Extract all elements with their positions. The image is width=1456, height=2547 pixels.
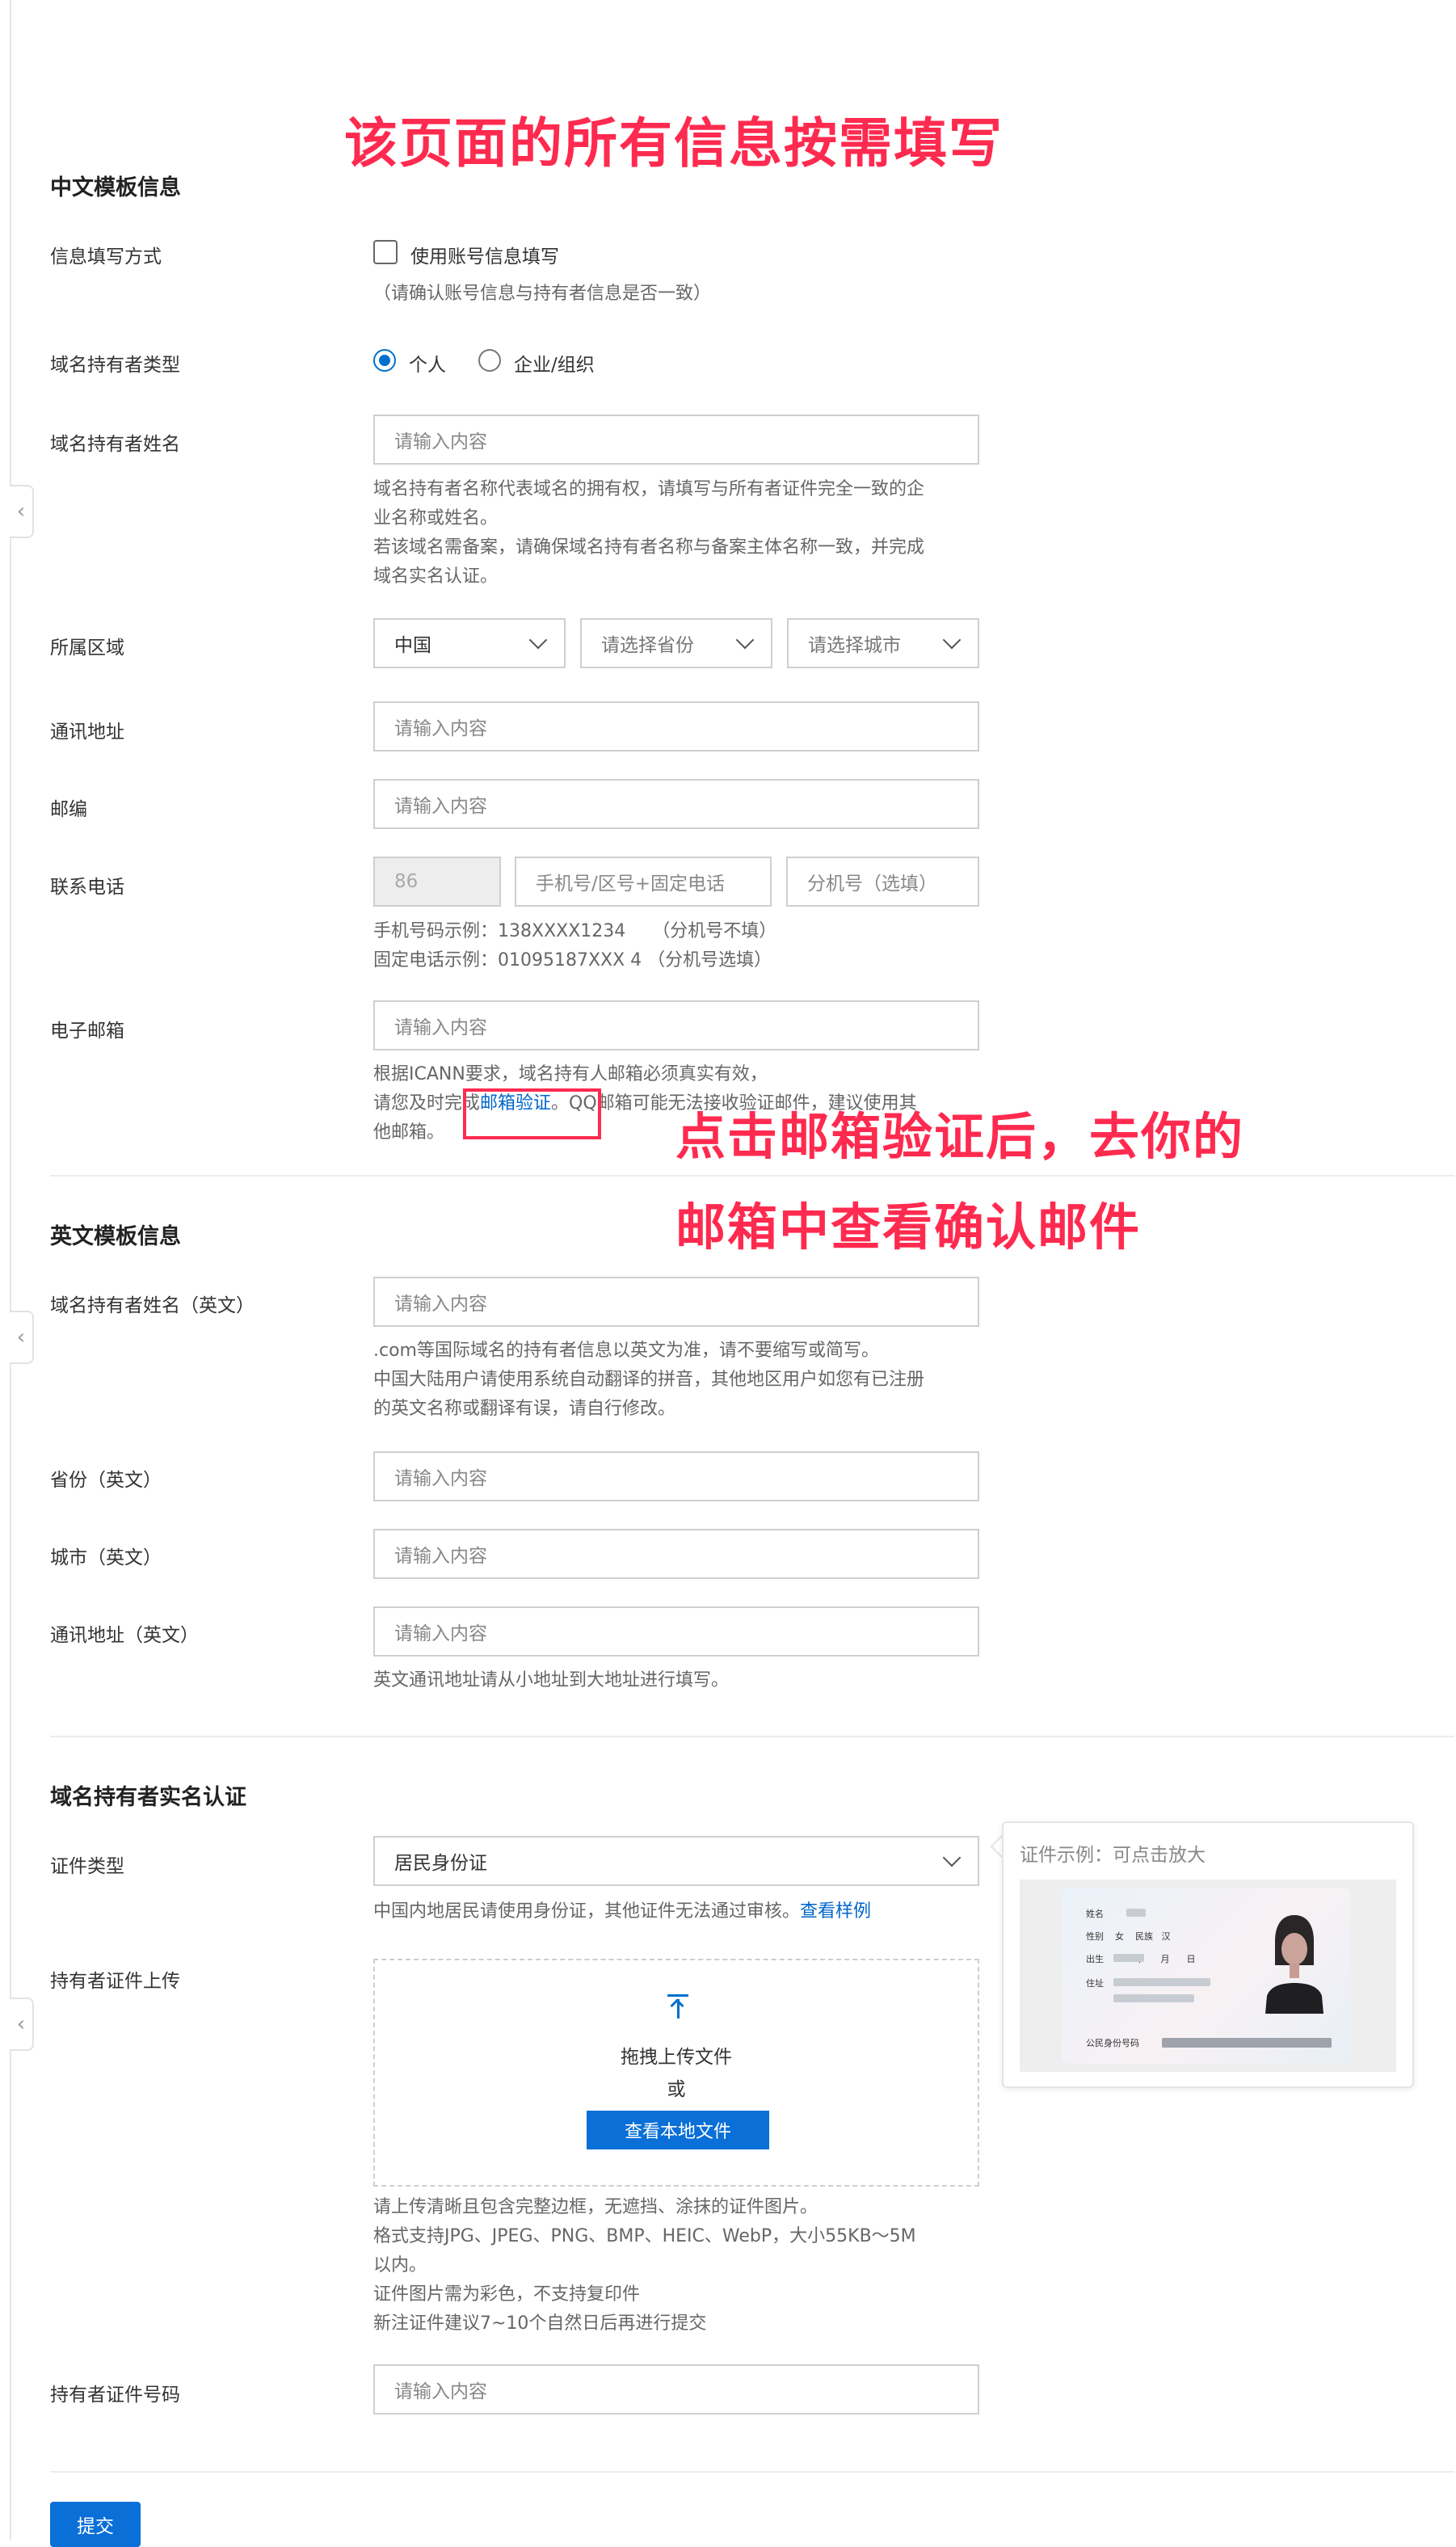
section-divider xyxy=(50,1736,1454,1737)
holder-name-help: 域名持有者名称代表域名的拥有权，请填写与所有者证件完全一致的企 业名称或姓名。 … xyxy=(373,479,925,587)
section-title-english: 英文模板信息 xyxy=(50,1224,181,1249)
id-sample-caption: 证件示例：可点击放大 xyxy=(1020,1845,1206,1866)
section-divider xyxy=(50,2471,1454,2473)
city-en-input[interactable]: 请输入内容 xyxy=(373,1529,979,1579)
upload-or-text: 或 xyxy=(667,2079,686,2100)
id-sample-image[interactable]: 姓名 性别 女 民族 汉 出生 年 月 日 住址 公民身份号码 xyxy=(1020,1880,1396,2072)
id-upload-dropzone[interactable]: 拖拽上传文件 或 查看本地文件 xyxy=(373,1959,979,2187)
section-divider xyxy=(50,1175,1454,1177)
upload-help: 请上传清晰且包含完整边框，无遮挡、涂抹的证件图片。 格式支持JPG、JPEG、P… xyxy=(373,2197,916,2334)
holder-type-radio-organization[interactable] xyxy=(478,349,501,372)
holder-type-option-organization: 企业/组织 xyxy=(514,355,595,376)
collapse-panel-tab[interactable]: ‹ xyxy=(10,1998,34,2051)
id-type-select[interactable]: 居民身份证 xyxy=(373,1836,979,1886)
city-select[interactable]: 请选择城市 xyxy=(787,618,979,668)
id-type-label: 证件类型 xyxy=(50,1856,124,1877)
holder-name-en-help: .com等国际域名的持有者信息以英文为准，请不要缩写或简写。 中国大陆用户请使用… xyxy=(373,1341,925,1419)
view-sample-link[interactable]: 查看样例 xyxy=(800,1901,871,1922)
chevron-left-icon: ‹ xyxy=(16,499,26,524)
postcode-input[interactable]: 请输入内容 xyxy=(373,779,979,829)
address-en-label: 通讯地址（英文） xyxy=(50,1625,199,1646)
country-select[interactable]: 中国 xyxy=(373,618,566,668)
holder-name-label: 域名持有者姓名 xyxy=(50,434,180,455)
upload-drag-text: 拖拽上传文件 xyxy=(621,2047,732,2068)
holder-name-en-input[interactable]: 请输入内容 xyxy=(373,1277,979,1327)
address-input[interactable]: 请输入内容 xyxy=(373,701,979,751)
use-account-info-checkbox[interactable] xyxy=(373,240,398,264)
address-en-input[interactable]: 请输入内容 xyxy=(373,1606,979,1657)
email-input[interactable]: 请输入内容 xyxy=(373,1000,979,1050)
fill-method-label: 信息填写方式 xyxy=(50,246,162,267)
country-code-input: 86 xyxy=(373,857,501,907)
id-sample-card[interactable]: 证件示例：可点击放大 姓名 性别 女 民族 汉 出生 年 月 日 住址 公民身份… xyxy=(1002,1821,1414,2088)
id-portrait-icon xyxy=(1265,1915,1323,2014)
chevron-down-icon xyxy=(735,630,755,650)
section-title-chinese: 中文模板信息 xyxy=(50,175,181,200)
id-card-illustration: 姓名 性别 女 民族 汉 出生 年 月 日 住址 公民身份号码 xyxy=(1062,1888,1351,2064)
section-title-verification: 域名持有者实名认证 xyxy=(50,1785,246,1810)
browse-local-files-button[interactable]: 查看本地文件 xyxy=(587,2111,769,2149)
holder-name-en-label: 域名持有者姓名（英文） xyxy=(50,1295,255,1316)
holder-name-input[interactable]: 请输入内容 xyxy=(373,415,979,465)
fill-method-hint: （请确认账号信息与持有者信息是否一致） xyxy=(373,284,712,304)
id-type-help: 中国内地居民请使用身份证，其他证件无法通过审核。查看样例 xyxy=(373,1901,872,1922)
holder-type-radio-individual[interactable] xyxy=(373,349,396,372)
phone-extension-input[interactable]: 分机号（选填） xyxy=(786,857,979,907)
address-en-help: 英文通讯地址请从小地址到大地址进行填写。 xyxy=(373,1670,730,1690)
annotation-highlight-box xyxy=(463,1088,601,1139)
phone-label: 联系电话 xyxy=(50,877,124,898)
postcode-label: 邮编 xyxy=(50,799,87,820)
annotation-note-line1: 点击邮箱验证后，去你的 xyxy=(675,1107,1245,1166)
city-en-label: 城市（英文） xyxy=(50,1547,162,1568)
upload-label: 持有者证件上传 xyxy=(50,1971,180,1992)
annotation-note-line2: 邮箱中查看确认邮件 xyxy=(675,1198,1142,1257)
phone-help: 手机号码示例：138XXXX1234 （分机号不填） 固定电话示例：010951… xyxy=(373,921,777,970)
region-label: 所属区域 xyxy=(50,638,124,659)
email-label: 电子邮箱 xyxy=(50,1021,124,1042)
id-number-input[interactable]: 请输入内容 xyxy=(373,2364,979,2414)
chevron-down-icon xyxy=(942,630,962,650)
phone-number-input[interactable]: 手机号/区号+固定电话 xyxy=(515,857,772,907)
id-number-label: 持有者证件号码 xyxy=(50,2385,180,2406)
holder-type-option-individual: 个人 xyxy=(409,355,446,376)
left-rail xyxy=(10,0,11,2541)
address-label: 通讯地址 xyxy=(50,722,124,743)
province-en-input[interactable]: 请输入内容 xyxy=(373,1451,979,1501)
chevron-down-icon xyxy=(942,1848,962,1867)
chevron-left-icon: ‹ xyxy=(16,2012,26,2036)
annotation-title: 该页面的所有信息按需填写 xyxy=(344,112,1004,175)
province-en-label: 省份（英文） xyxy=(50,1470,162,1491)
chevron-down-icon xyxy=(528,630,548,650)
use-account-info-label: 使用账号信息填写 xyxy=(410,246,559,267)
province-select[interactable]: 请选择省份 xyxy=(580,618,772,668)
collapse-panel-tab[interactable]: ‹ xyxy=(10,485,34,538)
chevron-left-icon: ‹ xyxy=(16,1325,26,1349)
upload-icon xyxy=(667,1994,688,2019)
collapse-panel-tab[interactable]: ‹ xyxy=(10,1311,34,1364)
holder-type-label: 域名持有者类型 xyxy=(50,355,180,376)
